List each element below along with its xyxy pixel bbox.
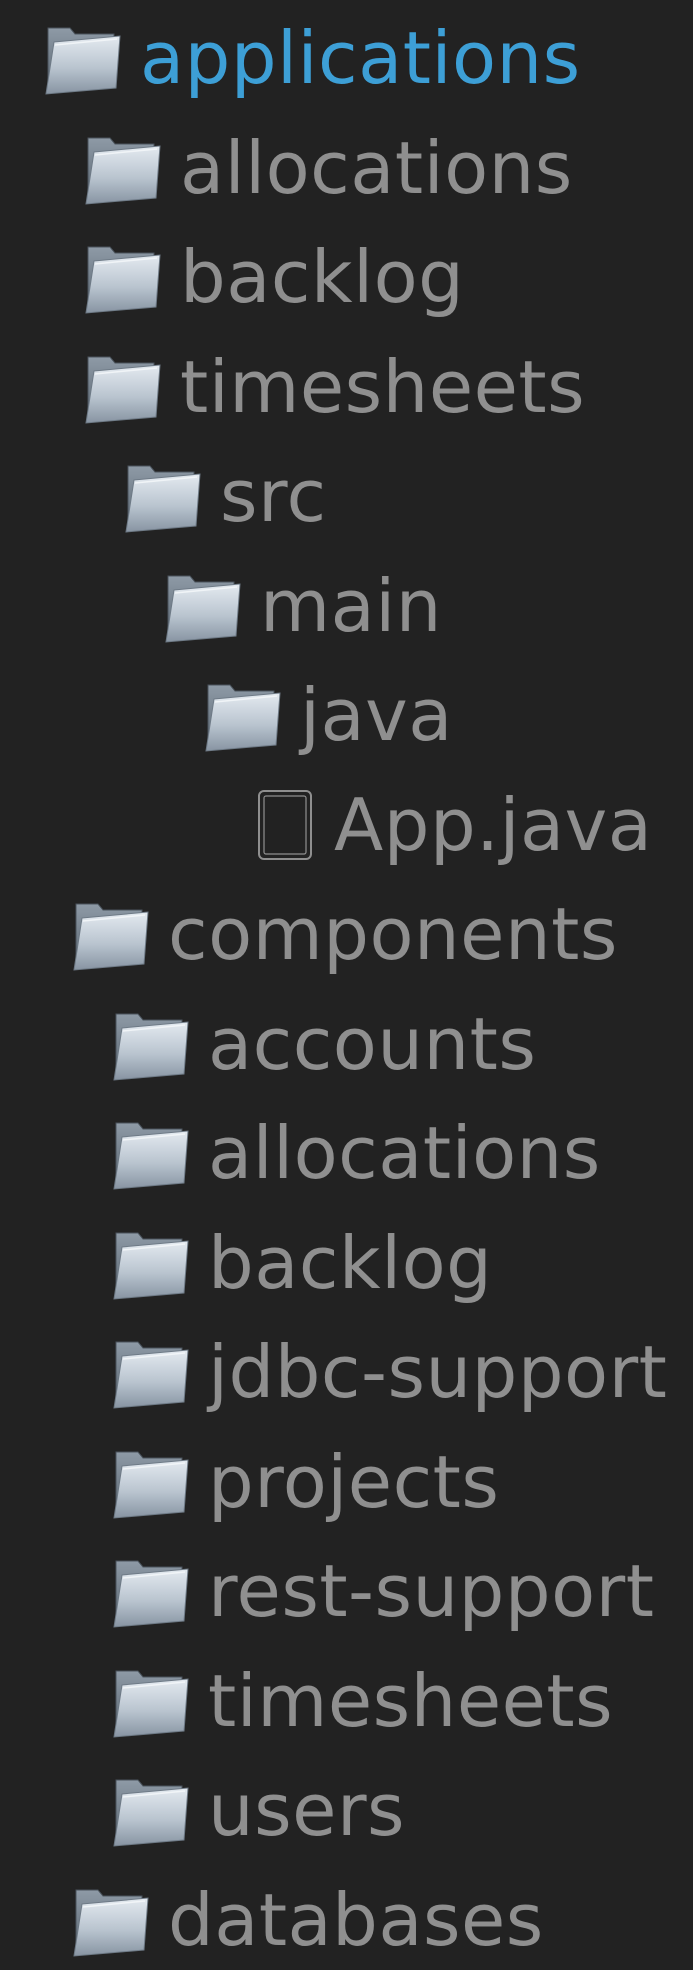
- tree-folder-item[interactable]: databases: [70, 1870, 544, 1970]
- folder-icon: [82, 349, 162, 425]
- tree-item-label: java: [300, 673, 453, 757]
- tree-item-label: databases: [168, 1877, 544, 1962]
- tree-folder-item[interactable]: users: [110, 1760, 405, 1860]
- tree-folder-item[interactable]: java: [202, 665, 453, 765]
- folder-icon: [122, 458, 202, 534]
- file-tree: applications allocations backlog timesheets…: [0, 0, 693, 1962]
- tree-item-label: applications: [140, 16, 581, 100]
- tree-item-label: accounts: [208, 1001, 537, 1086]
- folder-icon: [110, 1115, 190, 1191]
- tree-folder-item[interactable]: rest-support: [110, 1541, 654, 1641]
- folder-icon: [110, 1225, 190, 1301]
- tree-folder-item[interactable]: allocations: [82, 118, 573, 218]
- folder-icon: [70, 1882, 150, 1958]
- folder-icon: [110, 1663, 190, 1739]
- tree-folder-item[interactable]: applications: [42, 8, 581, 108]
- folder-icon: [70, 896, 150, 972]
- folder-icon: [110, 1006, 190, 1082]
- tree-folder-item[interactable]: projects: [110, 1432, 499, 1532]
- tree-item-label: main: [260, 563, 442, 648]
- tree-item-label: projects: [208, 1439, 500, 1524]
- tree-item-label: backlog: [208, 1220, 493, 1305]
- folder-icon: [110, 1334, 190, 1410]
- folder-icon: [162, 568, 242, 644]
- tree-folder-item[interactable]: backlog: [110, 1213, 492, 1313]
- tree-item-label: src: [220, 454, 327, 538]
- tree-folder-item[interactable]: accounts: [110, 994, 536, 1094]
- tree-folder-item[interactable]: timesheets: [82, 337, 585, 437]
- tree-item-label: backlog: [180, 235, 465, 319]
- tree-item-label: allocations: [180, 125, 573, 210]
- folder-icon: [110, 1444, 190, 1520]
- folder-icon: [82, 130, 162, 206]
- tree-item-label: timesheets: [180, 344, 586, 429]
- tree-item-label: jdbc-support: [208, 1330, 668, 1414]
- tree-folder-item[interactable]: components: [70, 884, 618, 984]
- tree-item-label: users: [208, 1768, 406, 1852]
- folder-icon: [110, 1553, 190, 1629]
- tree-folder-item[interactable]: src: [122, 446, 327, 546]
- tree-file-item[interactable]: App.java: [256, 775, 652, 875]
- folder-icon: [110, 1772, 190, 1848]
- tree-folder-item[interactable]: jdbc-support: [110, 1322, 667, 1422]
- tree-item-label: components: [168, 892, 618, 976]
- folder-icon: [202, 677, 282, 753]
- file-icon: [256, 788, 314, 862]
- folder-icon: [82, 239, 162, 315]
- folder-icon: [42, 20, 122, 96]
- tree-folder-item[interactable]: allocations: [110, 1103, 601, 1203]
- tree-item-label: timesheets: [208, 1658, 614, 1743]
- tree-item-label: rest-support: [208, 1549, 655, 1633]
- tree-item-label: App.java: [334, 782, 653, 867]
- tree-item-label: allocations: [208, 1111, 601, 1195]
- tree-folder-item[interactable]: main: [162, 556, 442, 656]
- tree-folder-item[interactable]: timesheets: [110, 1651, 613, 1751]
- tree-folder-item[interactable]: backlog: [82, 227, 464, 327]
